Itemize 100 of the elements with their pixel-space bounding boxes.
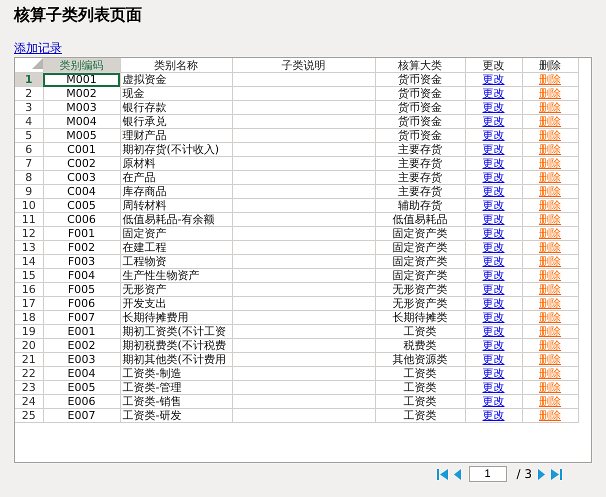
- table-cell: 税费类: [375, 338, 465, 352]
- row-number[interactable]: 20: [15, 338, 43, 352]
- row-number[interactable]: 14: [15, 254, 43, 268]
- last-page-icon[interactable]: [551, 468, 562, 480]
- table-cell: F004: [43, 268, 120, 282]
- row-number[interactable]: 6: [15, 142, 43, 156]
- table-cell: 其他资源类: [375, 352, 465, 366]
- row-number[interactable]: 16: [15, 282, 43, 296]
- table-cell: E006: [43, 394, 120, 408]
- table-cell: 原材料: [120, 156, 232, 170]
- table-cell: 工资类: [375, 324, 465, 338]
- table-cell: 在建工程: [120, 240, 232, 254]
- row-number[interactable]: 5: [15, 128, 43, 142]
- table-cell: 货币资金: [375, 72, 465, 86]
- table-cell: E002: [43, 338, 120, 352]
- row-number[interactable]: 23: [15, 380, 43, 394]
- table-cell: M003: [43, 100, 120, 114]
- table-cell: 工资类: [375, 380, 465, 394]
- table-cell: 主要存货: [375, 184, 465, 198]
- table-cell: 主要存货: [375, 170, 465, 184]
- page-title: 核算子类列表页面: [14, 4, 143, 26]
- table-cell: 生产性生物资产: [120, 268, 232, 282]
- table-cell: C002: [43, 156, 120, 170]
- column-header[interactable]: 类别编码: [43, 58, 120, 72]
- table-cell: 工资类-销售: [120, 394, 232, 408]
- table-cell: 低值易耗品-有余额: [120, 212, 232, 226]
- table-cell: E007: [43, 408, 120, 422]
- select-all-icon[interactable]: [32, 58, 42, 69]
- table-cell: 库存商品: [120, 184, 232, 198]
- table-cell: 货币资金: [375, 114, 465, 128]
- table-cell: 现金: [120, 86, 232, 100]
- row-number[interactable]: 10: [15, 198, 43, 212]
- row-number[interactable]: 24: [15, 394, 43, 408]
- previous-page-icon[interactable]: [452, 468, 462, 480]
- table-cell: 期初存货(不计收入): [120, 142, 232, 156]
- table-cell: 理财产品: [120, 128, 232, 142]
- column-header[interactable]: 核算大类: [375, 58, 465, 72]
- table-cell: M005: [43, 128, 120, 142]
- page-input[interactable]: 1: [468, 466, 506, 482]
- table-cell: 固定资产类: [375, 254, 465, 268]
- column-header[interactable]: 删除: [522, 58, 578, 72]
- table-cell: F006: [43, 296, 120, 310]
- table-cell: 开发支出: [120, 296, 232, 310]
- row-number[interactable]: 17: [15, 296, 43, 310]
- table-cell: 低值易耗品: [375, 212, 465, 226]
- table-cell: F003: [43, 254, 120, 268]
- table-cell: 工资类: [375, 366, 465, 380]
- table-cell: 工资类-管理: [120, 380, 232, 394]
- column-header[interactable]: 子类说明: [232, 58, 375, 72]
- table-cell: 银行承兑: [120, 114, 232, 128]
- row-number[interactable]: 12: [15, 226, 43, 240]
- table-cell: 期初税费类(不计税费: [120, 338, 232, 352]
- table-cell: E003: [43, 352, 120, 366]
- table-cell: 固定资产: [120, 226, 232, 240]
- row-number[interactable]: 8: [15, 170, 43, 184]
- table-cell: 工资类: [375, 394, 465, 408]
- row-number[interactable]: 19: [15, 324, 43, 338]
- table-cell: 长期待摊费用: [120, 310, 232, 324]
- row-number[interactable]: 9: [15, 184, 43, 198]
- row-number[interactable]: 25: [15, 408, 43, 422]
- column-header[interactable]: 更改: [465, 58, 522, 72]
- row-number[interactable]: 1: [15, 72, 43, 86]
- table-cell: F007: [43, 310, 120, 324]
- table-cell: 工资类-制造: [120, 366, 232, 380]
- table-cell: E005: [43, 380, 120, 394]
- row-number[interactable]: 21: [15, 352, 43, 366]
- table-cell: 货币资金: [375, 86, 465, 100]
- table-cell: 在产品: [120, 170, 232, 184]
- row-number[interactable]: 4: [15, 114, 43, 128]
- table-cell: M001: [43, 72, 120, 86]
- table-cell: C004: [43, 184, 120, 198]
- add-record-link[interactable]: 添加记录: [14, 41, 62, 55]
- table-cell: 无形资产类: [375, 282, 465, 296]
- table-cell: 周转材料: [120, 198, 232, 212]
- table-cell: C001: [43, 142, 120, 156]
- row-number[interactable]: 7: [15, 156, 43, 170]
- row-number[interactable]: 22: [15, 366, 43, 380]
- table-cell: 银行存款: [120, 100, 232, 114]
- table-cell: E001: [43, 324, 120, 338]
- table-cell: 长期待摊类: [375, 310, 465, 324]
- first-page-icon[interactable]: [436, 468, 448, 480]
- row-number[interactable]: 3: [15, 100, 43, 114]
- row-number[interactable]: 15: [15, 268, 43, 282]
- table-cell: 工资类: [375, 408, 465, 422]
- next-page-icon[interactable]: [536, 468, 547, 480]
- column-header[interactable]: 类别名称: [120, 58, 232, 72]
- table-cell: 货币资金: [375, 128, 465, 142]
- table-cell: 固定资产类: [375, 240, 465, 254]
- table-cell: C005: [43, 198, 120, 212]
- table-cell: 工程物资: [120, 254, 232, 268]
- table-cell: C006: [43, 212, 120, 226]
- row-number[interactable]: 11: [15, 212, 43, 226]
- table-cell: F001: [43, 226, 120, 240]
- row-number[interactable]: 18: [15, 310, 43, 324]
- table-cell: M004: [43, 114, 120, 128]
- row-number[interactable]: 2: [15, 86, 43, 100]
- table-cell: 期初其他类(不计费用: [120, 352, 232, 366]
- page-total: / 3: [516, 467, 532, 481]
- row-number[interactable]: 13: [15, 240, 43, 254]
- table-cell: 固定资产类: [375, 268, 465, 282]
